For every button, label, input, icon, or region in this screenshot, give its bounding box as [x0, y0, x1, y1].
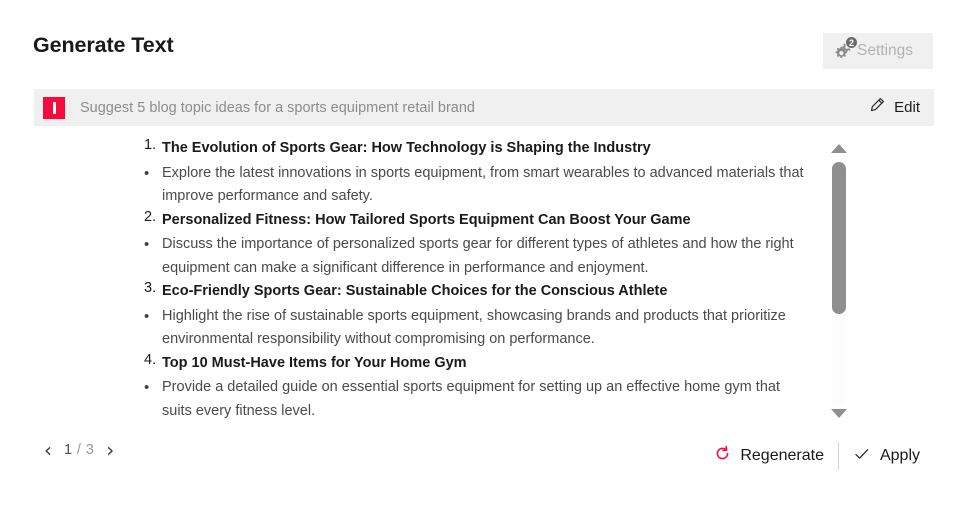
footer-toolbar: ‹ 1 / 3 › Regenerate Apply	[0, 434, 960, 489]
list-item-text: Top 10 Must-Have Items for Your Home Gym	[162, 354, 467, 371]
generate-text-panel: Generate Text 2 Settings Suggest 5 blog …	[0, 0, 960, 509]
header: Generate Text 2 Settings	[0, 0, 960, 89]
result-scrollbar[interactable]	[828, 144, 850, 419]
page-indicator: 1 / 3	[64, 442, 94, 458]
list-marker: •	[144, 164, 150, 182]
scrollbar-thumb[interactable]	[832, 162, 846, 314]
result-heading-item: 2. Personalized Fitness: How Tailored Spo…	[144, 209, 804, 233]
chevron-left-icon[interactable]: ‹	[44, 440, 52, 460]
result-bullet-item: • Discuss the importance of personalized …	[144, 233, 804, 280]
result-bullet-item: • Provide a detailed guide on essential s…	[144, 376, 804, 423]
scroll-down-arrow-icon[interactable]	[831, 409, 847, 419]
list-item-text: Discuss the importance of personalized s…	[162, 236, 794, 276]
apply-button[interactable]: Apply	[839, 445, 934, 468]
prompt-text: Suggest 5 blog topic ideas for a sports …	[80, 99, 475, 116]
result-heading-item: 3. Eco-Friendly Sports Gear: Sustainable …	[144, 280, 804, 304]
edit-button[interactable]: Edit	[868, 96, 920, 119]
settings-label: Settings	[857, 42, 914, 59]
result-heading-item: 4. Top 10 Must-Have Items for Your Home G…	[144, 352, 804, 376]
page-title: Generate Text	[33, 33, 174, 57]
result-bullet-item: • Highlight the rise of sustainable sport…	[144, 305, 804, 352]
list-item-text: Explore the latest innovations in sports…	[162, 164, 804, 205]
apply-label: Apply	[879, 447, 920, 464]
pencil-icon	[868, 96, 886, 119]
result-heading-item: 1. The Evolution of Sports Gear: How Tech…	[144, 137, 804, 161]
list-marker: 3.	[144, 280, 157, 296]
regenerate-label: Regenerate	[740, 447, 824, 464]
list-item-text: Highlight the rise of sustainable sports…	[162, 307, 786, 348]
page-separator: /	[72, 442, 86, 458]
regenerate-button[interactable]: Regenerate	[700, 445, 838, 467]
list-marker: 4.	[144, 351, 157, 368]
result-bullet-item: • Explore the latest innovations in sport…	[144, 162, 804, 209]
prompt-mark-icon	[43, 96, 65, 119]
list-item-text: Personalized Fitness: How Tailored Sport…	[162, 211, 691, 228]
list-item-text: The Evolution of Sports Gear: How Techno…	[162, 140, 651, 156]
list-marker: 1.	[144, 137, 157, 153]
scroll-up-arrow-icon[interactable]	[831, 144, 847, 154]
list-item-text: Provide a detailed guide on essential sp…	[162, 379, 780, 419]
settings-button[interactable]: 2 Settings	[823, 33, 933, 69]
list-marker: 2.	[144, 208, 157, 225]
result-content-panel: 1. The Evolution of Sports Gear: How Tech…	[34, 133, 934, 423]
check-icon	[853, 445, 871, 468]
result-list: 1. The Evolution of Sports Gear: How Tech…	[144, 137, 804, 423]
pagination: ‹ 1 / 3 ›	[44, 440, 114, 460]
list-marker: •	[144, 379, 150, 396]
list-item-text: Eco-Friendly Sports Gear: Sustainable Ch…	[162, 283, 668, 299]
edit-label: Edit	[894, 99, 920, 116]
chevron-right-icon[interactable]: ›	[106, 440, 114, 460]
refresh-icon	[714, 445, 731, 467]
list-marker: •	[144, 236, 150, 253]
footer-actions: Regenerate Apply	[700, 442, 934, 470]
settings-badge-count: 2	[845, 36, 858, 49]
gear-icon: 2	[832, 36, 858, 63]
page-total: 3	[85, 442, 95, 458]
list-marker: •	[144, 307, 150, 325]
prompt-bar[interactable]: Suggest 5 blog topic ideas for a sports …	[34, 89, 934, 126]
